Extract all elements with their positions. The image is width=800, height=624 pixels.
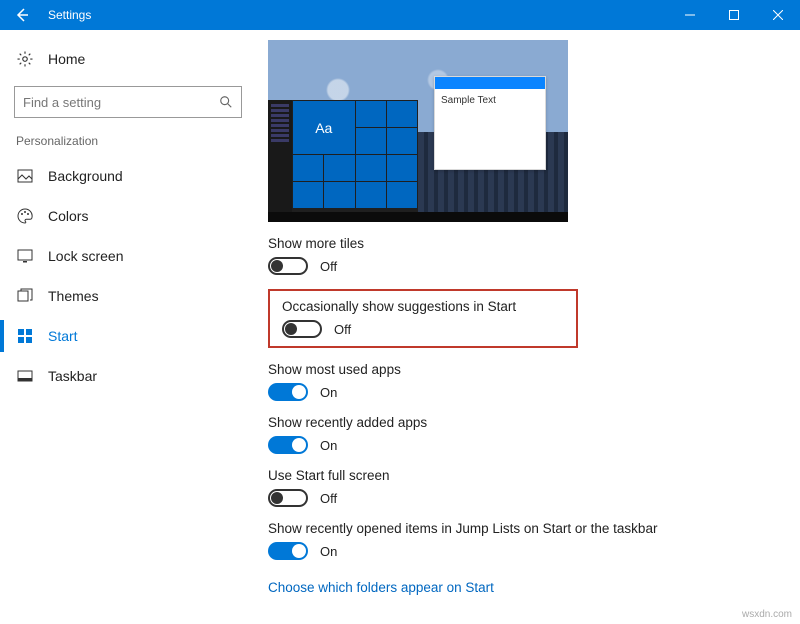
close-icon: [773, 10, 783, 20]
sidebar-item-themes[interactable]: Themes: [14, 276, 244, 316]
setting-label: Show recently opened items in Jump Lists…: [268, 521, 780, 536]
setting-label: Occasionally show suggestions in Start: [282, 299, 564, 314]
minimize-button[interactable]: [668, 0, 712, 30]
setting-show-more-tiles: Show more tiles Off: [268, 236, 780, 275]
start-icon: [16, 328, 34, 344]
sidebar-item-start[interactable]: Start: [14, 316, 244, 356]
sidebar-item-background[interactable]: Background: [14, 156, 244, 196]
picture-icon: [16, 168, 34, 184]
preview-tile-big: Aa: [293, 101, 355, 154]
toggle-state: Off: [320, 491, 337, 506]
setting-full-screen: Use Start full screen Off: [268, 468, 780, 507]
taskbar-icon: [16, 368, 34, 384]
toggle-show-more-tiles[interactable]: [268, 257, 308, 275]
sidebar-item-label: Start: [48, 328, 78, 344]
preview-window: Sample Text: [434, 76, 546, 170]
preview-start-menu: Aa: [268, 100, 418, 212]
toggle-most-used[interactable]: [268, 383, 308, 401]
home-label: Home: [48, 51, 85, 67]
sidebar-item-label: Background: [48, 168, 123, 184]
sidebar-item-label: Colors: [48, 208, 88, 224]
sidebar: Home Personalization Background: [0, 30, 258, 624]
toggle-state: On: [320, 438, 337, 453]
maximize-button[interactable]: [712, 0, 756, 30]
toggle-state: On: [320, 385, 337, 400]
setting-label: Show more tiles: [268, 236, 780, 251]
search-icon: [219, 95, 233, 109]
sidebar-item-lock-screen[interactable]: Lock screen: [14, 236, 244, 276]
toggle-state: On: [320, 544, 337, 559]
setting-recently-added: Show recently added apps On: [268, 415, 780, 454]
maximize-icon: [729, 10, 739, 20]
highlight-box: Occasionally show suggestions in Start O…: [268, 289, 578, 348]
toggle-jump-lists[interactable]: [268, 542, 308, 560]
palette-icon: [16, 208, 34, 224]
sidebar-item-label: Themes: [48, 288, 99, 304]
back-button[interactable]: [0, 0, 44, 30]
folders-link[interactable]: Choose which folders appear on Start: [268, 580, 494, 595]
search-box[interactable]: [14, 86, 242, 118]
setting-label: Use Start full screen: [268, 468, 780, 483]
toggle-full-screen[interactable]: [268, 489, 308, 507]
setting-label: Show most used apps: [268, 362, 780, 377]
toggle-suggestions[interactable]: [282, 320, 322, 338]
sidebar-item-label: Lock screen: [48, 248, 123, 264]
close-button[interactable]: [756, 0, 800, 30]
gear-icon: [16, 50, 34, 68]
search-input[interactable]: [23, 95, 219, 110]
toggle-state: Off: [334, 322, 351, 337]
home-button[interactable]: Home: [16, 50, 244, 68]
window-title: Settings: [44, 8, 91, 22]
titlebar: Settings: [0, 0, 800, 30]
themes-icon: [16, 288, 34, 304]
setting-suggestions: Occasionally show suggestions in Start O…: [282, 299, 564, 338]
nav-list: Background Colors Lock screen: [14, 156, 244, 396]
setting-most-used: Show most used apps On: [268, 362, 780, 401]
arrow-left-icon: [14, 7, 30, 23]
watermark: wsxdn.com: [742, 609, 792, 620]
content-pane: Aa Sample Text Show more tiles: [258, 30, 800, 624]
minimize-icon: [685, 10, 695, 20]
setting-label: Show recently added apps: [268, 415, 780, 430]
sidebar-item-colors[interactable]: Colors: [14, 196, 244, 236]
sidebar-item-taskbar[interactable]: Taskbar: [14, 356, 244, 396]
section-label: Personalization: [16, 134, 244, 148]
settings-window: Settings Home: [0, 0, 800, 624]
sidebar-item-label: Taskbar: [48, 368, 97, 384]
toggle-recently-added[interactable]: [268, 436, 308, 454]
preview-window-text: Sample Text: [435, 89, 545, 112]
start-preview: Aa Sample Text: [268, 40, 568, 222]
setting-jump-lists: Show recently opened items in Jump Lists…: [268, 521, 780, 560]
toggle-state: Off: [320, 259, 337, 274]
lock-screen-icon: [16, 248, 34, 264]
